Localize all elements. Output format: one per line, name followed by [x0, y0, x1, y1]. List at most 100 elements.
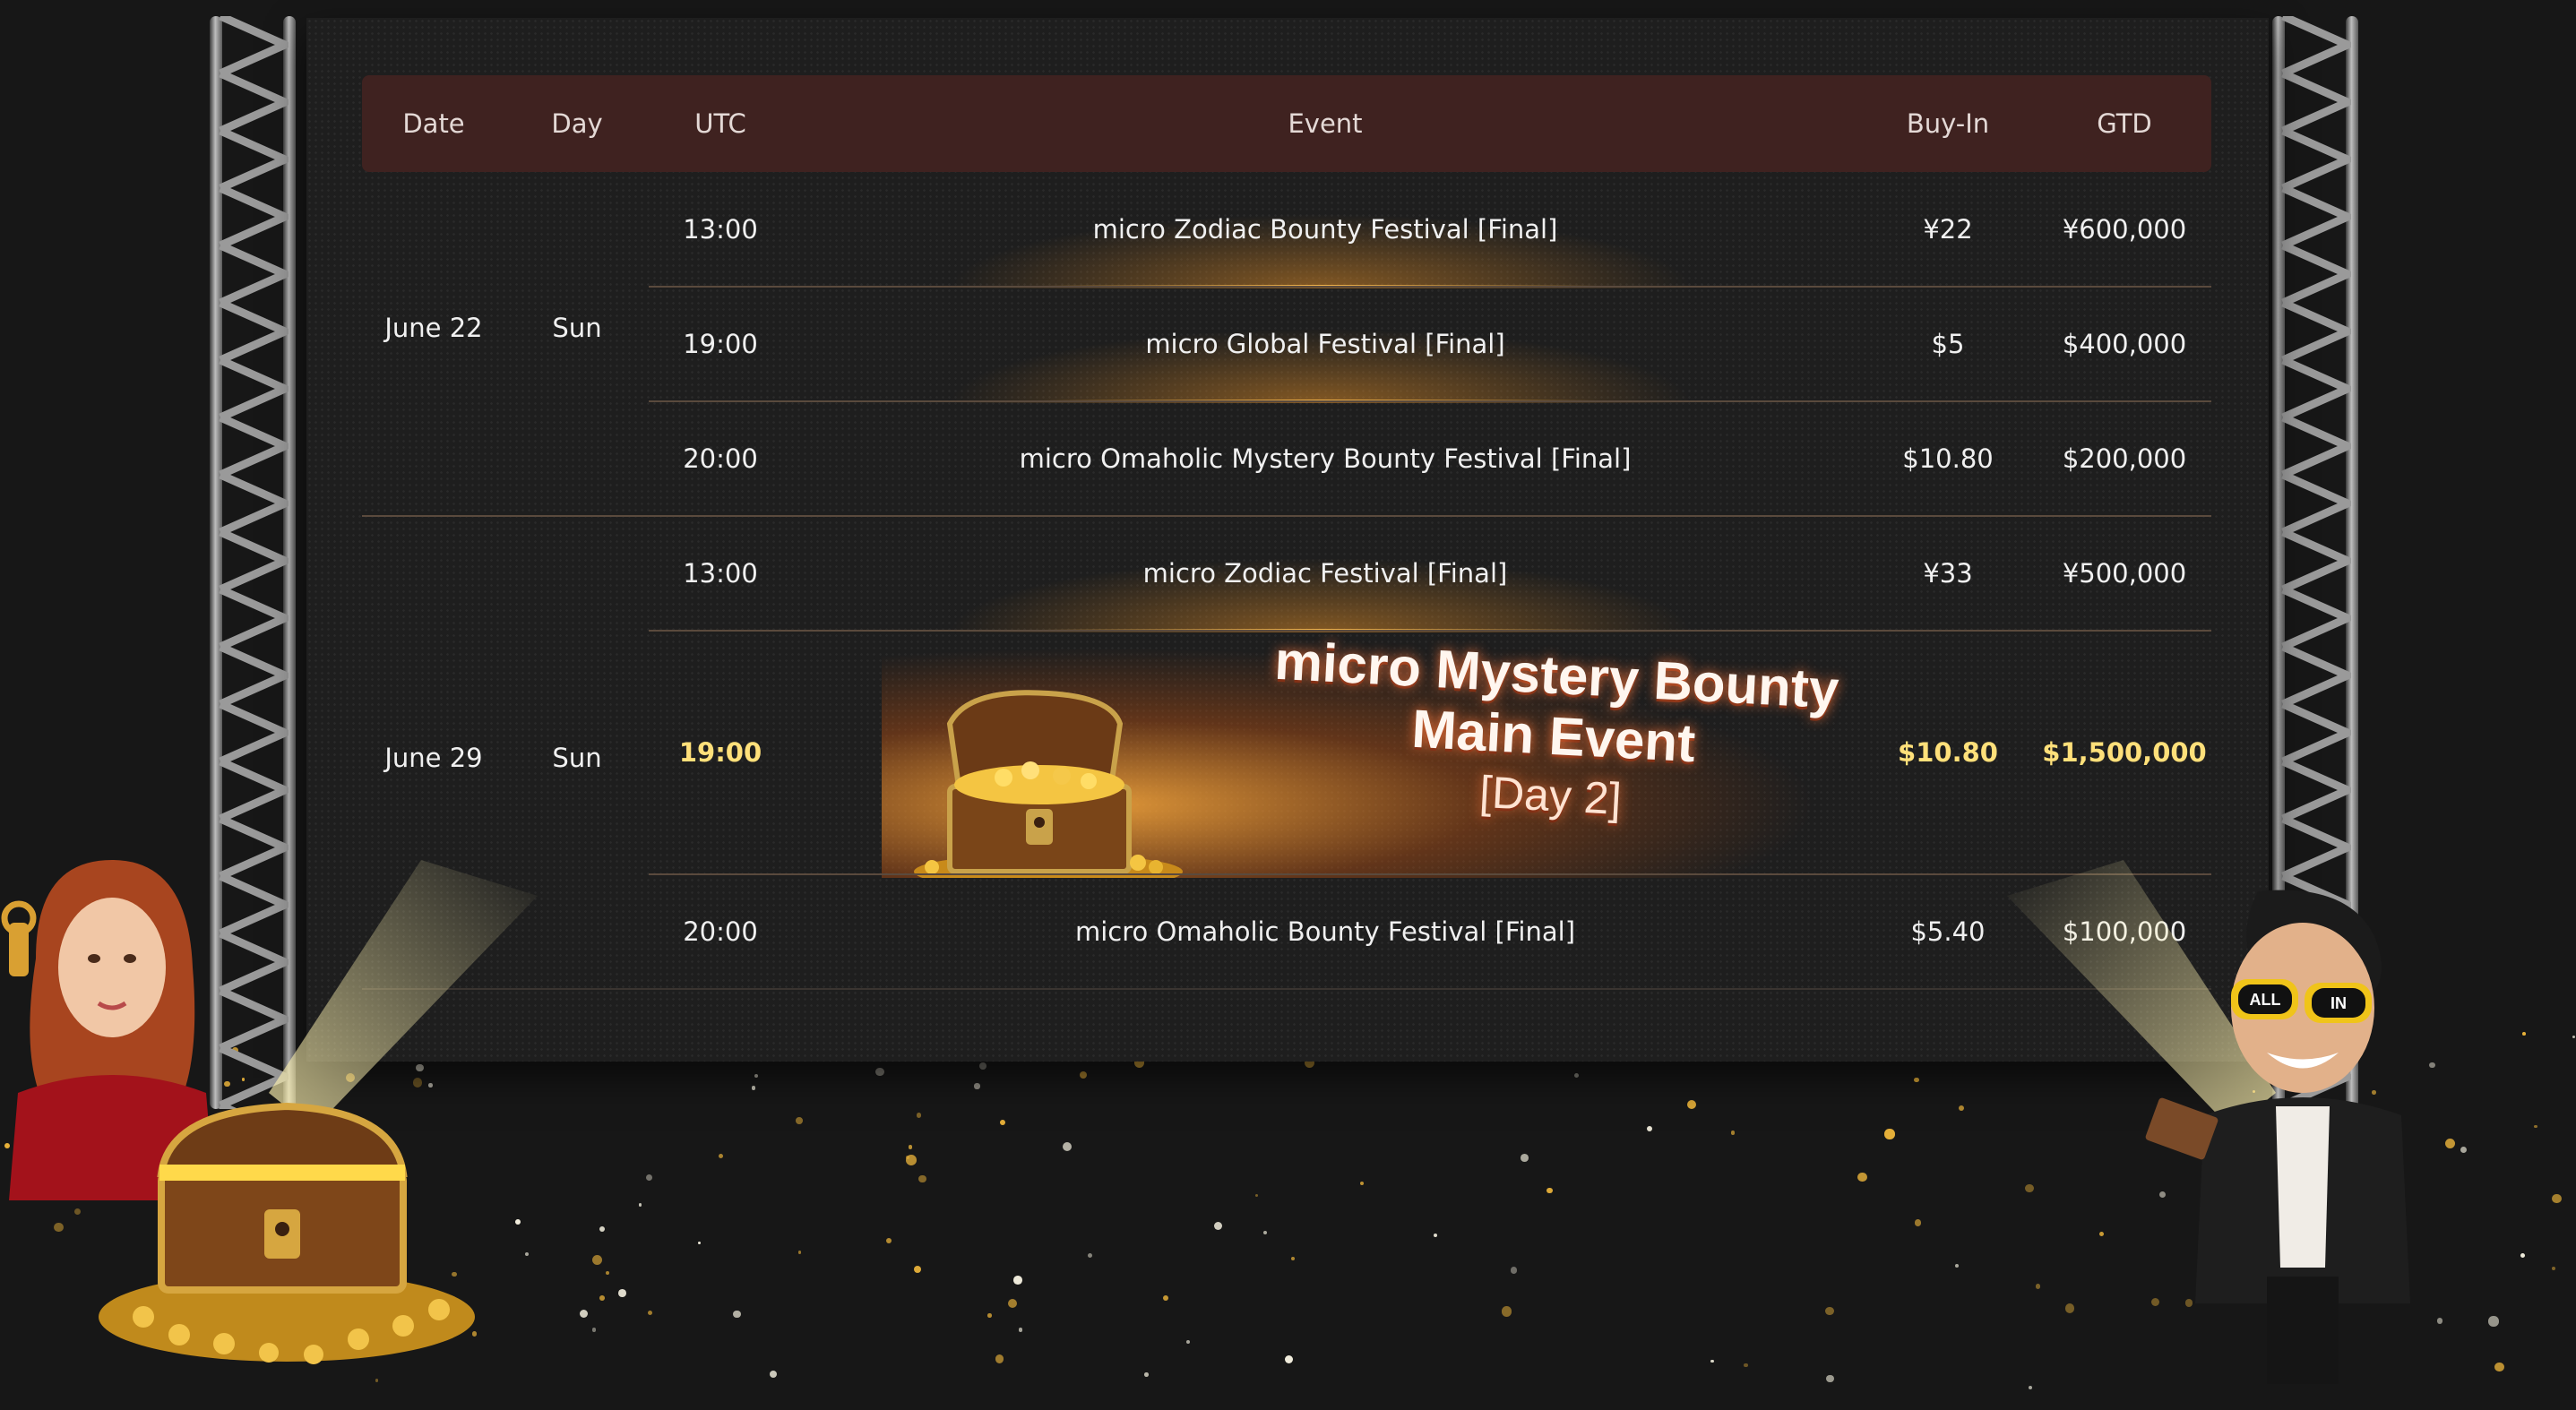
- cell-gtd: $1,500,000: [2042, 737, 2207, 768]
- sparkle: [1744, 1363, 1748, 1368]
- header-buyin: Buy-In: [1906, 108, 1990, 139]
- cell-gtd: ¥500,000: [2062, 558, 2187, 589]
- sparkle: [987, 1313, 992, 1318]
- sparkle: [769, 1370, 778, 1378]
- sparkle: [1884, 1129, 1895, 1139]
- group-date: June 22: [384, 313, 483, 343]
- sparkle: [1254, 1194, 1258, 1198]
- sparkle: [599, 1294, 606, 1301]
- sparkle: [2488, 1316, 2499, 1327]
- sparkle: [647, 1310, 652, 1315]
- cell-event: micro Omaholic Mystery Bounty Festival […: [1019, 443, 1632, 474]
- sparkle: [1285, 1354, 1294, 1363]
- sparkle: [797, 1251, 802, 1254]
- sparkle: [916, 1113, 922, 1118]
- cell-gtd: $400,000: [2062, 329, 2187, 359]
- sparkle: [1511, 1267, 1518, 1274]
- sparkle: [1730, 1131, 1736, 1135]
- cell-gtd: ¥600,000: [2062, 214, 2187, 245]
- cell-buyin: $10.80: [1898, 737, 1998, 768]
- sparkle: [2064, 1303, 2074, 1313]
- sparkle: [1063, 1141, 1073, 1152]
- cell-buyin: $10.80: [1902, 443, 1994, 474]
- sparkle: [2460, 1146, 2468, 1153]
- svg-text:IN: IN: [2330, 994, 2347, 1012]
- sparkle: [524, 1252, 529, 1257]
- sparkle: [732, 1310, 741, 1319]
- man-mascot-all-in-glasses: ALL IN: [2145, 890, 2410, 1384]
- table-header: Date Day UTC Event Buy-In GTD: [362, 75, 2211, 172]
- sparkle: [1185, 1340, 1190, 1345]
- sparkle: [2551, 1193, 2562, 1204]
- cell-utc: 19:00: [678, 737, 762, 768]
- sparkle: [375, 1378, 379, 1382]
- cell-buyin: ¥33: [1923, 558, 1973, 589]
- sparkle: [1546, 1187, 1553, 1194]
- sparkle: [1825, 1306, 1834, 1316]
- header-gtd: GTD: [2097, 108, 2152, 139]
- sparkle: [906, 1154, 918, 1165]
- sparkle: [2572, 1035, 2576, 1038]
- sparkle: [591, 1255, 602, 1266]
- cell-buyin: $5.40: [1910, 916, 1986, 947]
- sparkle: [2035, 1284, 2041, 1289]
- header-event: Event: [1288, 108, 1363, 139]
- sparkle: [1162, 1294, 1168, 1301]
- cell-utc: 13:00: [683, 558, 758, 589]
- sparkle: [2098, 1231, 2105, 1237]
- sparkle: [2534, 1124, 2537, 1129]
- cell-utc: 20:00: [683, 916, 758, 947]
- sparkle: [995, 1354, 1004, 1363]
- sparkle: [2494, 1362, 2504, 1372]
- row-divider: [362, 988, 2211, 990]
- sparkle: [1954, 1264, 1960, 1268]
- cell-utc: 13:00: [683, 214, 758, 245]
- sparkle: [1262, 1231, 1267, 1235]
- sparkle: [599, 1225, 605, 1232]
- sparkle: [1360, 1181, 1365, 1185]
- schedule-table: Date Day UTC Event Buy-In GTD June 22 Su…: [362, 75, 2211, 1113]
- sparkle: [638, 1203, 642, 1207]
- sparkle: [2521, 1032, 2526, 1036]
- cell-event: micro Omaholic Bounty Festival [Final]: [1074, 916, 1576, 947]
- sparkle: [2520, 1253, 2526, 1259]
- table-row-featured: 19:00 $10.80 $1,500,000: [362, 631, 2211, 874]
- cell-event: micro Global Festival [Final]: [1145, 329, 1505, 359]
- sparkle: [999, 1119, 1005, 1125]
- sparkle: [697, 1242, 701, 1245]
- sparkle: [515, 1219, 521, 1225]
- sparkle: [913, 1266, 922, 1274]
- sparkle: [1008, 1299, 1018, 1309]
- sparkle: [2025, 1183, 2034, 1192]
- sparkle: [579, 1310, 588, 1319]
- sparkle: [1646, 1126, 1652, 1132]
- sparkle: [1018, 1328, 1023, 1332]
- schedule-screen: Date Day UTC Event Buy-In GTD June 22 Su…: [306, 18, 2269, 1062]
- sparkle: [1914, 1218, 1922, 1226]
- cell-utc: 20:00: [683, 443, 758, 474]
- sparkle: [1826, 1374, 1834, 1383]
- sparkle: [1710, 1359, 1714, 1363]
- svg-text:ALL: ALL: [2250, 991, 2281, 1009]
- header-date: Date: [402, 108, 465, 139]
- group-day: Sun: [552, 313, 602, 343]
- sparkle: [54, 1222, 64, 1233]
- sparkle: [2551, 1266, 2555, 1270]
- sparkle: [1291, 1257, 1296, 1261]
- sparkle: [1857, 1172, 1867, 1182]
- sparkle: [605, 1270, 610, 1276]
- sparkle: [886, 1237, 892, 1243]
- cell-gtd: $200,000: [2062, 443, 2187, 474]
- treasure-chest-icon: [99, 1102, 475, 1364]
- sparkle: [1214, 1222, 1223, 1231]
- sparkle: [1433, 1233, 1437, 1237]
- sparkle: [2028, 1385, 2032, 1389]
- header-utc: UTC: [694, 108, 746, 139]
- sparkle: [2429, 1062, 2435, 1068]
- sparkle: [2445, 1139, 2456, 1149]
- sparkle: [74, 1208, 82, 1215]
- sparkle: [908, 1145, 913, 1149]
- sparkle: [918, 1174, 926, 1183]
- sparkle: [1521, 1154, 1529, 1162]
- sparkle: [1144, 1372, 1149, 1377]
